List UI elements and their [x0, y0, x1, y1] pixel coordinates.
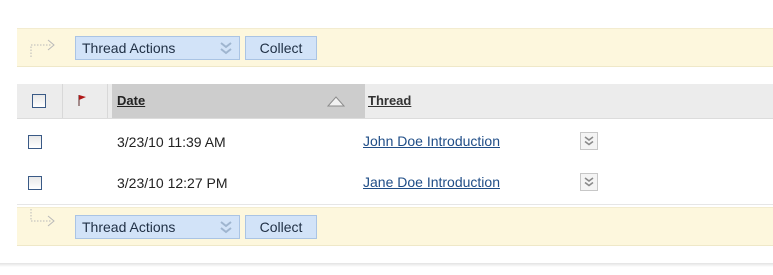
row-date: 3/23/10 11:39 AM [117, 134, 226, 150]
panel-shadow [0, 263, 773, 267]
thread-actions-label: Thread Actions [82, 40, 176, 56]
thread-actions-button[interactable]: Thread Actions [75, 36, 240, 60]
double-chevron-down-icon [584, 177, 594, 187]
row-checkbox[interactable] [28, 176, 42, 190]
table-row: 3/23/10 12:27 PM Jane Doe Introduction [17, 163, 773, 205]
row-menu-button[interactable] [580, 173, 598, 191]
table-header: Date Thread [17, 84, 773, 119]
double-chevron-down-icon [584, 136, 594, 146]
sort-ascending-icon[interactable] [327, 95, 345, 107]
date-column-header[interactable]: Date [117, 93, 145, 108]
bottom-action-bar: Thread Actions Collect [17, 207, 773, 246]
select-all-checkbox[interactable] [32, 94, 46, 108]
column-divider [62, 84, 63, 118]
collect-button[interactable]: Collect [245, 36, 317, 60]
column-divider [107, 84, 108, 118]
row-date: 3/23/10 12:27 PM [117, 175, 228, 191]
flag-icon [78, 95, 86, 106]
thread-actions-label: Thread Actions [82, 219, 176, 235]
top-action-bar: Thread Actions Collect [17, 28, 773, 67]
connector-arrow-icon [30, 209, 55, 227]
thread-actions-button[interactable]: Thread Actions [75, 215, 240, 239]
connector-arrow-icon [30, 39, 55, 57]
thread-link[interactable]: Jane Doe Introduction [363, 174, 500, 190]
table-row: 3/23/10 11:39 AM John Doe Introduction [17, 122, 773, 164]
collect-button[interactable]: Collect [245, 215, 317, 239]
row-checkbox[interactable] [28, 135, 42, 149]
row-menu-button[interactable] [580, 132, 598, 150]
thread-column-header[interactable]: Thread [368, 93, 411, 108]
thread-link[interactable]: John Doe Introduction [363, 133, 500, 149]
chevron-down-icon [220, 42, 232, 55]
chevron-down-icon [220, 221, 232, 234]
